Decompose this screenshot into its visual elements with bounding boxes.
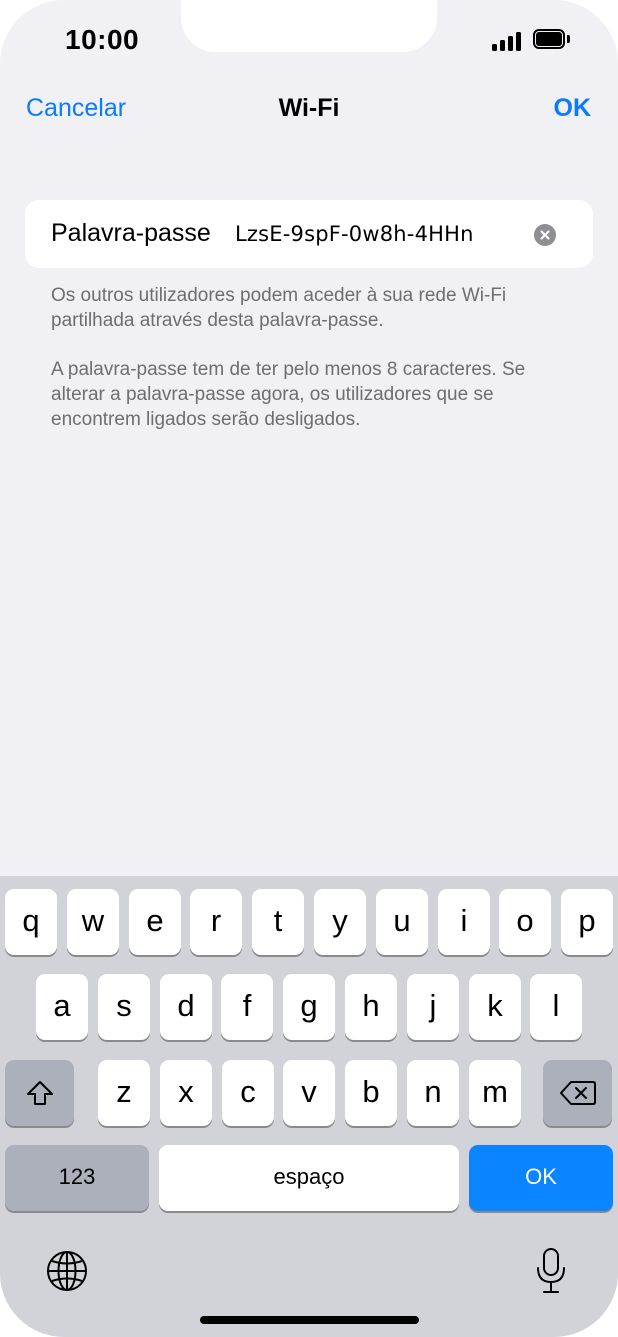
key-s[interactable]: s [98,974,150,1040]
key-n[interactable]: n [407,1060,459,1126]
sharing-hint: Os outros utilizadores podem aceder à su… [51,285,507,331]
numbers-key[interactable]: 123 [5,1145,149,1211]
key-l[interactable]: l [530,974,582,1040]
shift-key[interactable] [5,1060,74,1126]
ok-button[interactable]: OK [554,94,592,123]
key-f[interactable]: f [221,974,273,1040]
key-k[interactable]: k [469,974,521,1040]
key-u[interactable]: u [376,889,428,955]
password-input[interactable]: LzsE-9spF-0w8h-4HHn [235,222,474,246]
cancel-button[interactable]: Cancelar [26,94,126,123]
key-i[interactable]: i [438,889,490,955]
delete-backspace-icon [559,1081,596,1105]
password-field[interactable]: Palavra-passe LzsE-9spF-0w8h-4HHn [25,200,593,268]
delete-key[interactable] [543,1060,612,1126]
key-x[interactable]: x [160,1060,212,1126]
key-c[interactable]: c [222,1060,274,1126]
home-indicator [200,1316,419,1324]
space-key[interactable]: espaço [159,1145,459,1211]
globe-icon[interactable] [45,1249,89,1293]
key-t[interactable]: t [252,889,304,955]
key-w[interactable]: w [67,889,119,955]
key-a[interactable]: a [36,974,88,1040]
requirements-hint: A palavra-passe tem de ter pelo menos 8 … [51,359,526,430]
battery-icon [533,29,570,49]
key-j[interactable]: j [407,974,459,1040]
key-o[interactable]: o [499,889,551,955]
key-v[interactable]: v [283,1060,335,1126]
status-time: 10:00 [65,24,140,55]
cellular-signal-icon [492,31,524,51]
key-h[interactable]: h [345,974,397,1040]
notch [181,0,437,52]
password-label: Palavra-passe [51,219,211,247]
key-g[interactable]: g [283,974,335,1040]
key-r[interactable]: r [190,889,242,955]
key-m[interactable]: m [469,1060,521,1126]
shift-icon [26,1081,53,1105]
key-p[interactable]: p [561,889,613,955]
key-q[interactable]: q [5,889,57,955]
key-y[interactable]: y [314,889,366,955]
return-ok-key[interactable]: OK [469,1145,613,1211]
key-e[interactable]: e [129,889,181,955]
key-z[interactable]: z [98,1060,150,1126]
phone-screen: 10:00 Wi-Fi Cancelar OK Palavra-passe Lz… [0,0,618,1337]
key-d[interactable]: d [160,974,212,1040]
clear-text-icon[interactable] [534,224,556,246]
key-b[interactable]: b [345,1060,397,1126]
microphone-icon[interactable] [533,1246,569,1296]
